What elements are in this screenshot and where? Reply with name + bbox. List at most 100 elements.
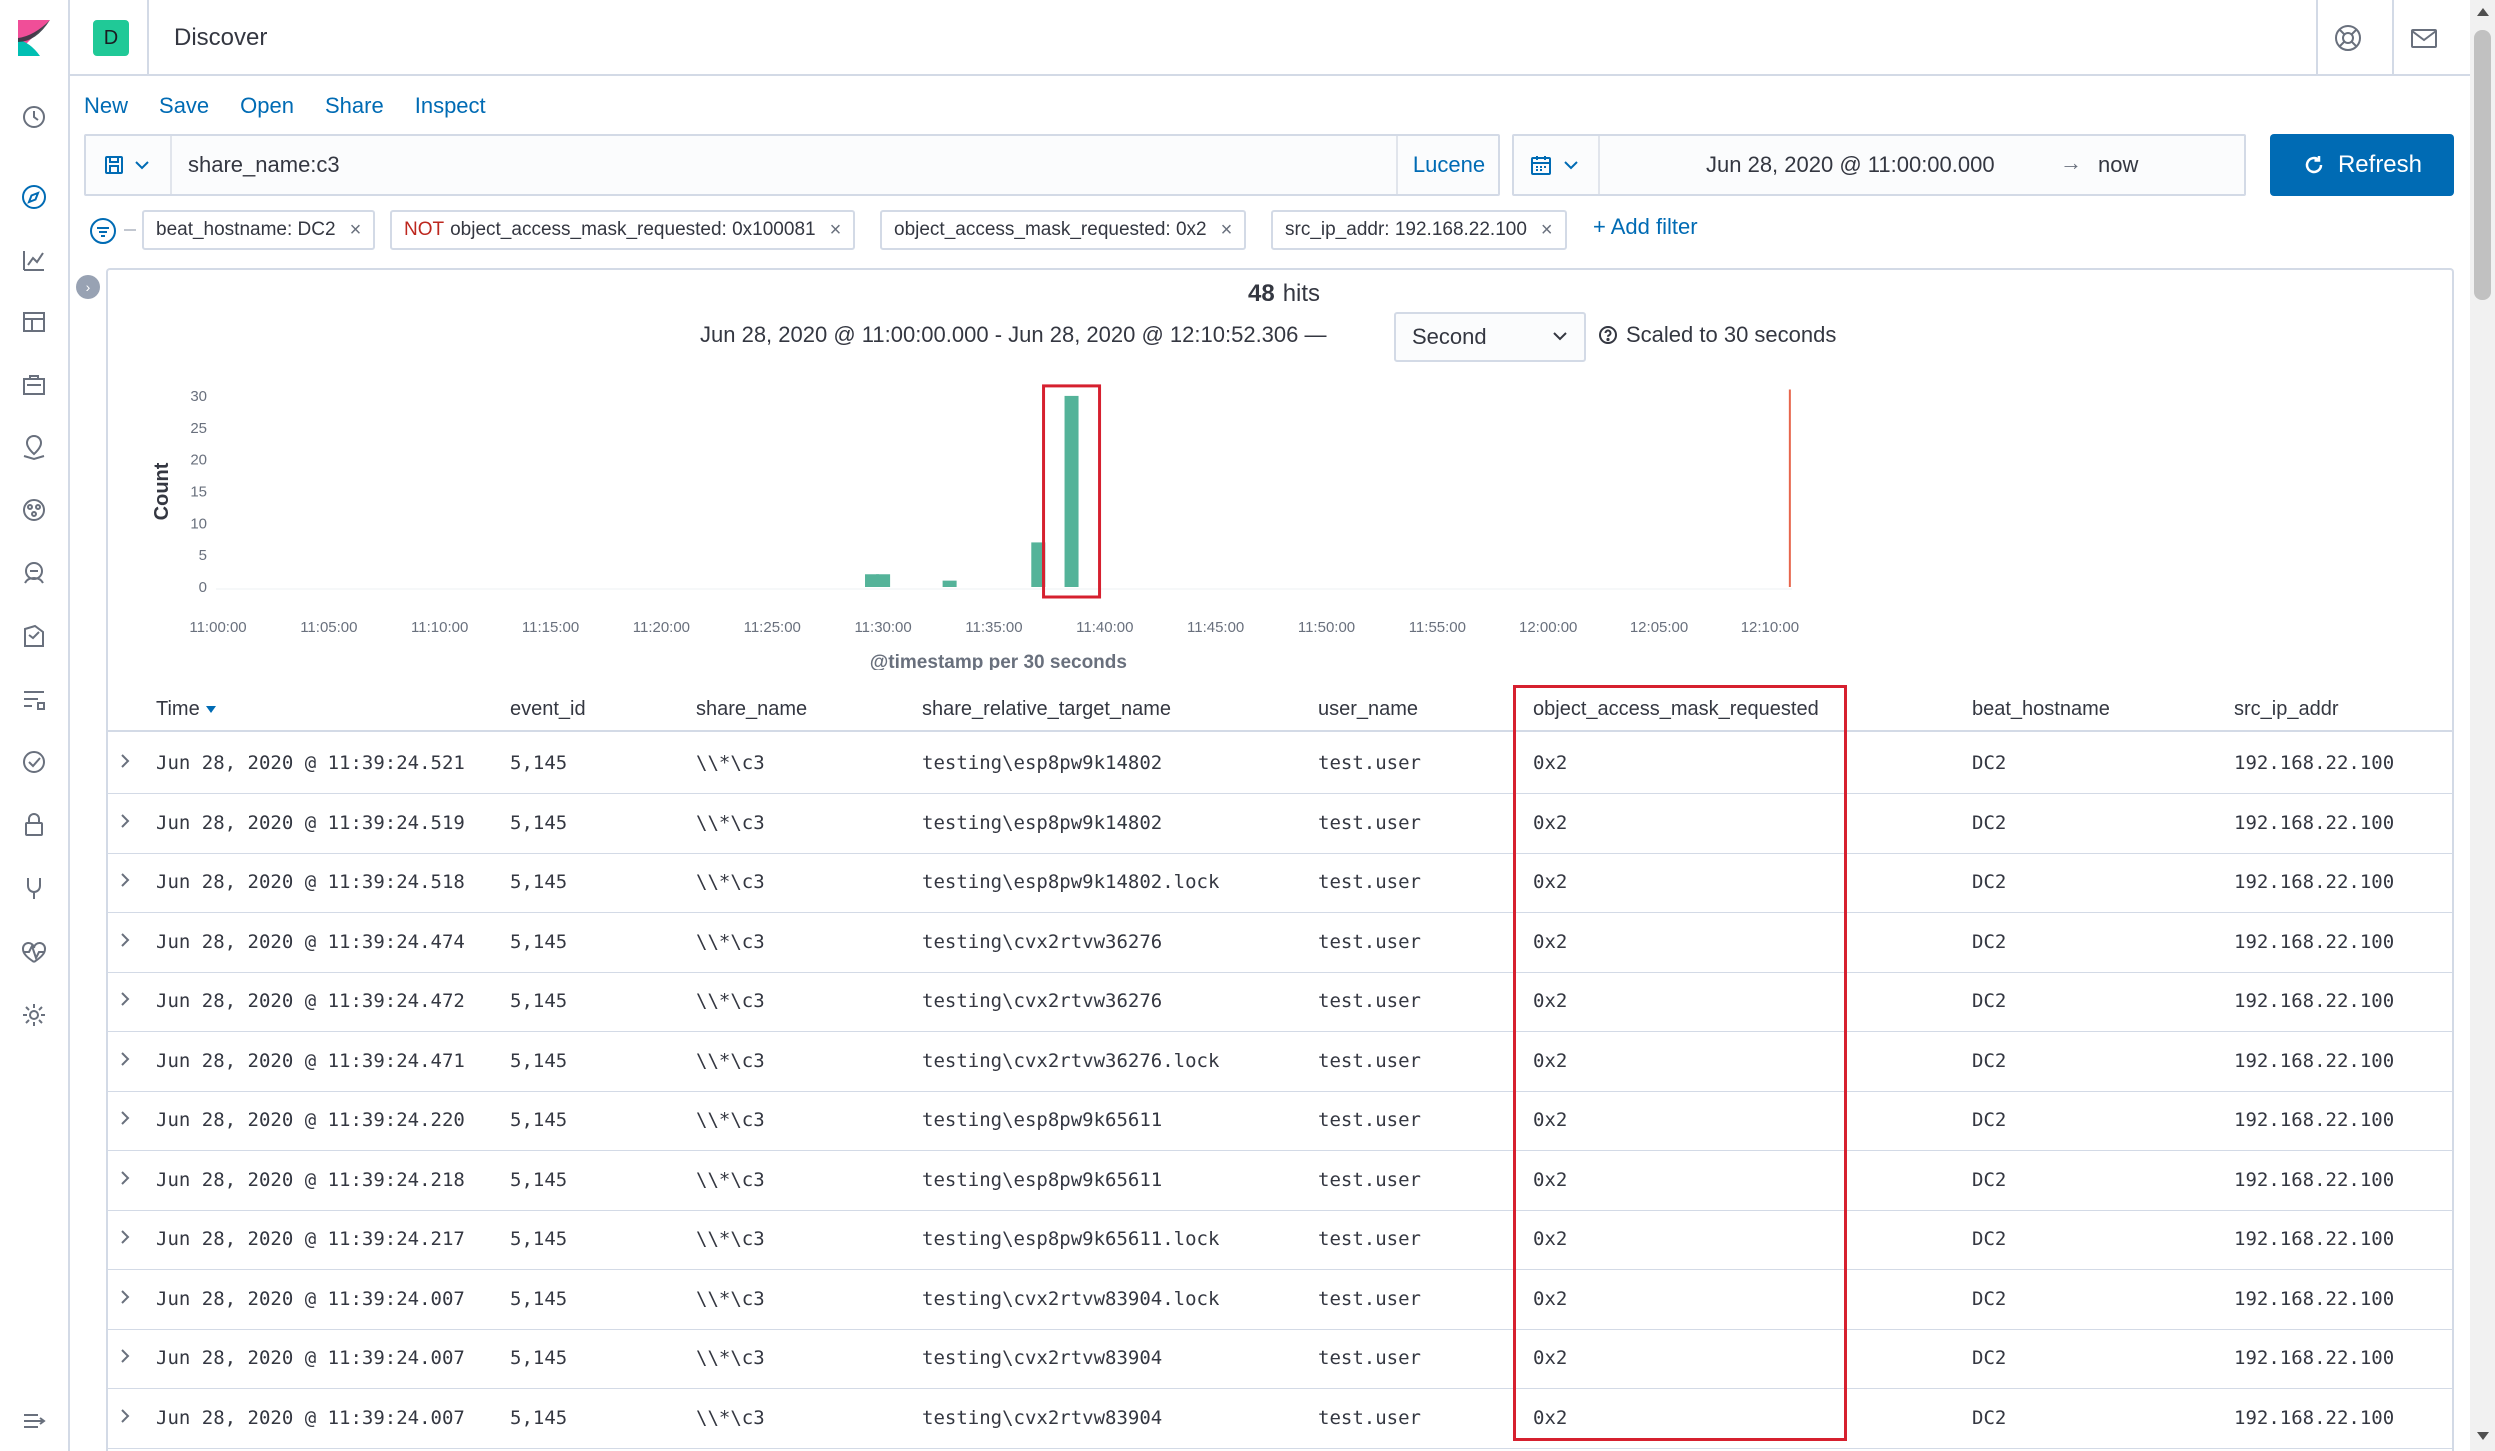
table-row[interactable]: Jun 28, 2020 @ 11:39:24.220 5,145 \\*\c3 te… xyxy=(106,1091,2454,1151)
kibana-logo-icon[interactable] xyxy=(14,18,54,58)
event-id-cell: 5,145 xyxy=(510,811,568,834)
management-icon[interactable] xyxy=(17,998,51,1032)
histogram-bar xyxy=(876,574,891,587)
col-src-ip-addr-header[interactable]: src_ip_addr xyxy=(2234,698,2339,721)
chevron-right-icon[interactable] xyxy=(114,1286,138,1310)
table-row[interactable]: Jun 28, 2020 @ 11:39:24.471 5,145 \\*\c3 te… xyxy=(106,1032,2454,1092)
interval-select[interactable]: Second xyxy=(1394,312,1586,362)
target-name-cell: testing\esp8pw9k14802 xyxy=(922,811,1163,834)
filter-pill-negated[interactable]: NOT object_access_mask_requested: 0x1000… xyxy=(390,210,856,250)
help-circle-icon[interactable] xyxy=(1598,325,1618,345)
chevron-right-icon[interactable] xyxy=(114,810,138,834)
src-ip-cell: 192.168.22.100 xyxy=(2234,1406,2395,1429)
close-icon[interactable]: × xyxy=(350,219,362,242)
refresh-button[interactable]: Refresh xyxy=(2270,134,2454,196)
col-time-header[interactable]: Time xyxy=(156,698,216,721)
dashboard-icon[interactable] xyxy=(17,305,51,339)
quick-date-button[interactable] xyxy=(1514,136,1600,194)
time-cell: Jun 28, 2020 @ 11:39:24.472 xyxy=(156,990,465,1012)
table-row[interactable]: Jun 28, 2020 @ 11:39:24.217 5,145 \\*\c3 te… xyxy=(106,1210,2454,1270)
maps-icon[interactable] xyxy=(17,430,51,464)
user-name-cell: test.user xyxy=(1318,811,1421,834)
mail-icon[interactable] xyxy=(2408,22,2440,54)
col-beat-hostname-header[interactable]: beat_hostname xyxy=(1972,698,2110,721)
chevron-right-icon[interactable] xyxy=(114,1048,138,1072)
end-date[interactable]: now xyxy=(2098,152,2138,178)
chevron-right-icon[interactable] xyxy=(114,1345,138,1369)
src-ip-cell: 192.168.22.100 xyxy=(2234,871,2395,893)
chevron-right-icon[interactable] xyxy=(114,1167,138,1191)
uptime-icon[interactable] xyxy=(17,745,51,779)
monitoring-icon[interactable] xyxy=(17,934,51,968)
scroll-down-arrow-icon[interactable] xyxy=(2477,1432,2489,1440)
event-id-cell: 5,145 xyxy=(510,1406,568,1429)
chevron-right-icon[interactable] xyxy=(114,1405,138,1429)
chevron-down-icon xyxy=(1553,332,1567,341)
query-language-button[interactable]: Lucene xyxy=(1396,136,1500,194)
table-row[interactable]: Jun 28, 2020 @ 11:39:24.521 5,145 \\*\c3 te… xyxy=(106,734,2454,794)
filter-pill[interactable]: src_ip_addr: 192.168.22.100 × xyxy=(1271,210,1567,250)
table-row[interactable]: Jun 28, 2020 @ 11:39:24.518 5,145 \\*\c3 te… xyxy=(106,853,2454,913)
table-row[interactable]: Jun 28, 2020 @ 11:39:24.007 5,145 \\*\c3 te… xyxy=(106,1270,2454,1330)
close-icon[interactable]: × xyxy=(1541,219,1553,242)
time-cell: Jun 28, 2020 @ 11:39:24.519 xyxy=(156,811,465,834)
add-filter-button[interactable]: + Add filter xyxy=(1593,214,1698,240)
histogram-chart: Count 0 5 10 15 20 25 30 11:00:00 11:05:00 11:10:0… xyxy=(151,384,1799,670)
col-share-relative-target-name-header[interactable]: share_relative_target_name xyxy=(922,698,1171,721)
table-row[interactable]: Jun 28, 2020 @ 11:39:24.007 5,145 \\*\c3 te… xyxy=(106,1389,2454,1449)
open-link[interactable]: Open xyxy=(240,93,294,123)
event-id-cell: 5,145 xyxy=(510,752,568,774)
y-tick-label: 0 xyxy=(199,579,207,596)
saved-query-button[interactable] xyxy=(86,136,172,194)
close-icon[interactable]: × xyxy=(1221,219,1233,242)
chevron-right-icon[interactable] xyxy=(114,1107,138,1131)
chevron-right-icon[interactable] xyxy=(114,988,138,1012)
y-tick-label: 30 xyxy=(190,388,207,405)
search-input[interactable] xyxy=(188,150,1368,180)
page-scrollbar[interactable] xyxy=(2470,0,2495,1451)
share-link[interactable]: Share xyxy=(325,93,384,123)
user-name-cell: test.user xyxy=(1318,1228,1421,1250)
scroll-up-arrow-icon[interactable] xyxy=(2477,8,2489,16)
close-icon[interactable]: × xyxy=(830,219,842,242)
refresh-button-label: Refresh xyxy=(2337,151,2423,178)
table-row[interactable]: Jun 28, 2020 @ 11:39:24.007 5,145 \\*\c3 te… xyxy=(106,1329,2454,1389)
filter-pill[interactable]: beat_hostname: DC2 × xyxy=(142,210,376,250)
logs-icon[interactable] xyxy=(17,619,51,653)
siem-icon[interactable] xyxy=(17,808,51,842)
table-row[interactable]: Jun 28, 2020 @ 11:39:24.218 5,145 \\*\c3 te… xyxy=(106,1151,2454,1211)
scroll-thumb[interactable] xyxy=(2474,30,2491,300)
chevron-right-icon[interactable] xyxy=(114,750,138,774)
sort-down-icon[interactable] xyxy=(205,706,216,714)
chevron-right-icon[interactable]: › xyxy=(76,275,100,299)
filter-pill[interactable]: object_access_mask_requested: 0x2 × xyxy=(880,210,1247,250)
col-share-name-header[interactable]: share_name xyxy=(696,698,807,721)
table-row[interactable]: Jun 28, 2020 @ 11:39:24.519 5,145 \\*\c3 te… xyxy=(106,794,2454,854)
hostname-cell: DC2 xyxy=(1972,1347,2007,1369)
table-row[interactable]: Jun 28, 2020 @ 11:39:24.474 5,145 \\*\c3 te… xyxy=(106,913,2454,973)
ml-icon[interactable] xyxy=(17,493,51,527)
apm-icon[interactable] xyxy=(17,682,51,716)
help-icon[interactable] xyxy=(2332,22,2364,54)
save-link[interactable]: Save xyxy=(159,93,209,123)
col-user-name-header[interactable]: user_name xyxy=(1318,698,1418,721)
filter-options-icon[interactable] xyxy=(88,216,118,246)
col-event-id-header[interactable]: event_id xyxy=(510,698,586,721)
chevron-right-icon[interactable] xyxy=(114,929,138,953)
chevron-right-icon[interactable] xyxy=(114,1226,138,1250)
infra-icon[interactable] xyxy=(17,556,51,590)
new-link[interactable]: New xyxy=(84,93,128,123)
table-row[interactable]: Jun 28, 2020 @ 11:39:24.472 5,145 \\*\c3 te… xyxy=(106,972,2454,1032)
inspect-link[interactable]: Inspect xyxy=(415,93,486,123)
space-avatar[interactable]: D xyxy=(93,20,129,56)
chevron-right-icon[interactable] xyxy=(114,869,138,893)
start-date[interactable]: Jun 28, 2020 @ 11:00:00.000 xyxy=(1706,152,1995,178)
visualize-icon[interactable] xyxy=(17,243,51,277)
compass-icon[interactable] xyxy=(17,180,51,214)
clock-icon[interactable] xyxy=(17,100,51,134)
x-tick-label: 11:45:00 xyxy=(1187,619,1244,636)
hostname-cell: DC2 xyxy=(1972,1109,2007,1131)
collapse-nav-icon[interactable] xyxy=(17,1404,51,1438)
canvas-icon[interactable] xyxy=(17,368,51,402)
dev-tools-icon[interactable] xyxy=(17,871,51,905)
